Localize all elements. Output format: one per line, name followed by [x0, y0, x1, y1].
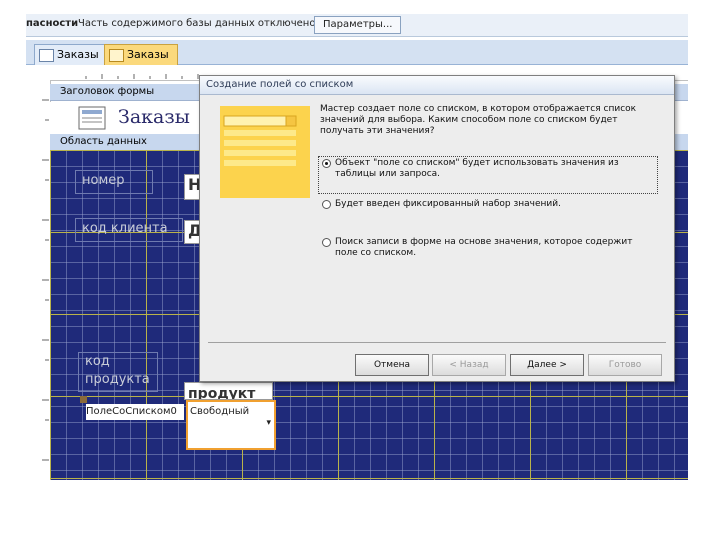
- cancel-button[interactable]: Отмена: [355, 354, 429, 376]
- next-button[interactable]: Далее >: [510, 354, 584, 376]
- combo-box-wizard-dialog: Создание полей со списком Мастер создает…: [199, 75, 675, 382]
- dialog-divider: [208, 342, 666, 343]
- back-button[interactable]: < Назад: [432, 354, 506, 376]
- dialog-titlebar[interactable]: Создание полей со списком: [200, 76, 674, 95]
- option-find-record-radio[interactable]: [322, 238, 331, 247]
- resize-handle[interactable]: [80, 396, 87, 403]
- option-fixed-values-radio[interactable]: [322, 200, 331, 209]
- detail-section-label: Область данных: [60, 136, 147, 147]
- tab-label: Заказы: [57, 48, 99, 61]
- finish-button[interactable]: Готово: [588, 354, 662, 376]
- security-label: пасности: [26, 18, 79, 29]
- dialog-intro-text: Мастер создает поле со списком, в которо…: [320, 104, 637, 136]
- product-code-label[interactable]: код продукта: [78, 352, 158, 392]
- client-code-label[interactable]: код клиента: [75, 218, 183, 242]
- combo-box-control[interactable]: Свободный ▾: [186, 400, 276, 450]
- options-button[interactable]: Параметры...: [314, 16, 402, 34]
- option-table-query-radio[interactable]: [322, 159, 331, 168]
- option-table-query-text[interactable]: Объект "поле со списком" будет использов…: [335, 158, 653, 180]
- tab-orders-table[interactable]: Заказы: [34, 44, 108, 65]
- dialog-title: Создание полей со списком: [206, 79, 354, 90]
- wizard-illustration-icon: [220, 106, 310, 198]
- tab-label: Заказы: [127, 48, 169, 61]
- form-header-section-label: Заголовок формы: [60, 86, 155, 97]
- vertical-ruler: [36, 80, 51, 480]
- combo-caption-label[interactable]: ПолеСоСписком0: [86, 404, 184, 420]
- form-header-title[interactable]: Заказы: [118, 106, 190, 128]
- form-logo-icon: [78, 106, 106, 130]
- tab-orders-form[interactable]: Заказы: [104, 44, 178, 65]
- order-number-label[interactable]: номер: [75, 170, 153, 194]
- form-icon: [109, 49, 124, 62]
- security-message: Часть содержимого базы данных отключено: [78, 18, 316, 29]
- security-bar: пасности Часть содержимого базы данных о…: [26, 14, 688, 37]
- combo-value: Свободный: [190, 406, 250, 417]
- combo-dropdown-arrow-icon[interactable]: ▾: [266, 418, 271, 428]
- option-fixed-values-text[interactable]: Будет введен фиксированный набор значени…: [335, 199, 653, 210]
- option-find-record-text[interactable]: Поиск записи в форме на основе значения,…: [335, 237, 653, 259]
- document-tab-bar: Заказы Заказы: [26, 40, 688, 65]
- product-code-field[interactable]: продукт: [184, 382, 273, 400]
- table-icon: [39, 49, 54, 62]
